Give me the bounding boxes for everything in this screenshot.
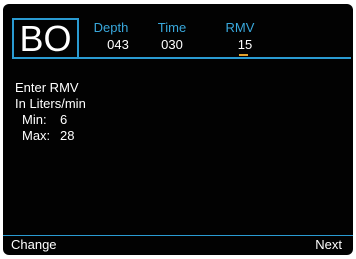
dive-computer-screen: BO Depth 043 Time 030 RMV 15 Enter RMV I… [3, 4, 353, 255]
prompt-area: Enter RMV In Liters/min Min: 6 Max: 28 [15, 80, 86, 144]
time-field: Time 030 [144, 20, 200, 53]
change-button[interactable]: Change [11, 236, 57, 254]
rmv-field[interactable]: RMV 15 [218, 21, 262, 54]
rmv-label: RMV [225, 20, 255, 35]
depth-value: 043 [107, 37, 129, 52]
edit-cursor [239, 54, 248, 56]
header-bar: BO Depth 043 Time 030 RMV 15 [3, 4, 353, 60]
depth-label: Depth [93, 20, 129, 35]
next-button[interactable]: Next [315, 236, 342, 254]
min-row: Min: 6 [15, 112, 86, 128]
mode-indicator: BO [12, 18, 79, 59]
max-value: 28 [60, 128, 75, 143]
header-divider [79, 57, 351, 59]
time-label: Time [157, 20, 187, 35]
min-label: Min: [22, 112, 47, 127]
max-row: Max: 28 [15, 128, 86, 144]
time-value: 030 [161, 37, 183, 52]
depth-field: Depth 043 [83, 20, 139, 53]
max-label: Max: [22, 128, 51, 143]
prompt-title: Enter RMV [15, 80, 79, 95]
rmv-value[interactable]: 15 [238, 37, 252, 52]
prompt-units: In Liters/min [15, 96, 86, 111]
min-value: 6 [60, 112, 68, 127]
